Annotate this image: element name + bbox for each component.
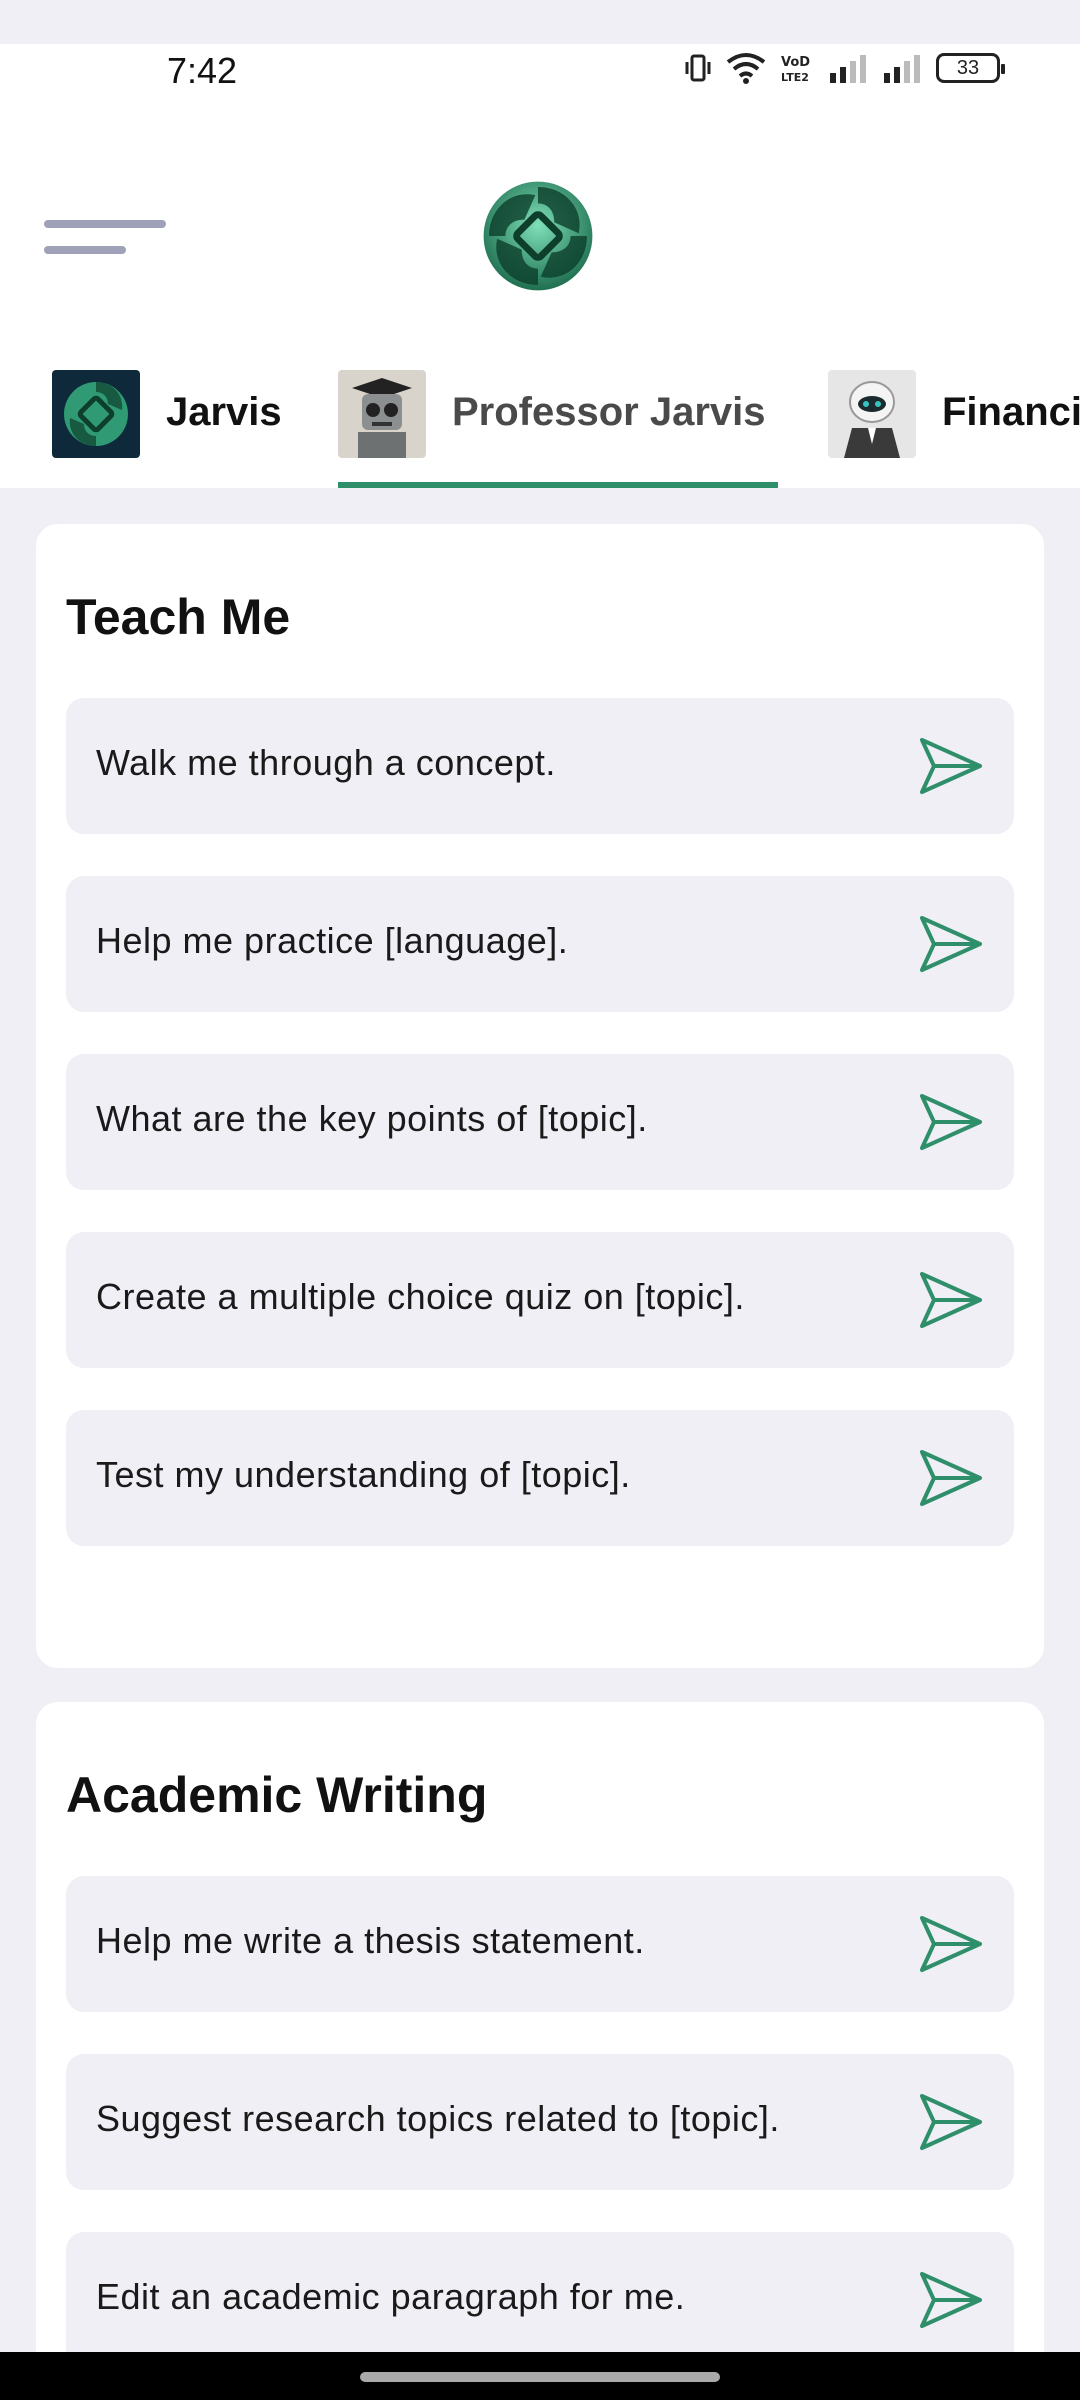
prompt-text: Help me write a thesis statement.	[96, 1920, 645, 1961]
section-title: Academic Writing	[66, 1767, 488, 1823]
status-time: 7:42	[167, 50, 238, 91]
prompt-text: What are the key points of [topic].	[96, 1098, 648, 1139]
tab-professor-jarvis[interactable]: Professor Jarvis	[338, 370, 778, 488]
send-icon[interactable]	[918, 1448, 984, 1508]
signal-icon	[884, 55, 920, 83]
persona-tabs: Jarvis Professor Jarvis Financi	[0, 350, 1080, 488]
professor-robot-avatar	[338, 370, 426, 458]
signal-icon	[830, 55, 866, 83]
svg-text:VoD: VoD	[781, 55, 810, 70]
send-icon[interactable]	[918, 1092, 984, 1152]
prompt-text: Create a multiple choice quiz on [topic]…	[96, 1276, 745, 1317]
active-tab-indicator	[338, 482, 778, 488]
send-icon[interactable]	[918, 2092, 984, 2152]
prompt-text: Suggest research topics related to [topi…	[96, 2098, 780, 2139]
send-icon[interactable]	[918, 2270, 984, 2330]
top-strip	[0, 0, 1080, 44]
status-bar: 7:42 VoD LTE2 33	[0, 44, 1080, 100]
hamburger-menu-icon[interactable]	[44, 220, 168, 270]
battery-level: 33	[956, 56, 980, 79]
prompt-item[interactable]: Test my understanding of [topic].	[66, 1410, 1014, 1546]
finance-robot-avatar	[828, 370, 916, 458]
prompt-item[interactable]: Walk me through a concept.	[66, 698, 1014, 834]
volte-icon: VoD LTE2	[781, 55, 810, 84]
vibrate-icon	[685, 54, 711, 82]
teach-me-card: Teach Me Walk me through a concept. Help…	[36, 524, 1044, 1668]
tab-label: Financi	[942, 390, 1080, 434]
tab-label: Jarvis	[166, 390, 282, 434]
tab-finance[interactable]: Financi	[828, 370, 1080, 488]
system-nav-bar	[0, 2352, 1080, 2400]
battery-icon: 33	[936, 53, 1005, 83]
send-icon[interactable]	[918, 1914, 984, 1974]
prompt-item[interactable]: Suggest research topics related to [topi…	[66, 2054, 1014, 2190]
wifi-icon	[726, 53, 766, 84]
prompt-text: Walk me through a concept.	[96, 742, 556, 783]
jarvis-logo-avatar	[52, 370, 140, 458]
tab-jarvis[interactable]: Jarvis	[52, 370, 282, 488]
academic-writing-card: Academic Writing Help me write a thesis …	[36, 1702, 1044, 2400]
send-icon[interactable]	[918, 1270, 984, 1330]
prompt-item[interactable]: What are the key points of [topic].	[66, 1054, 1014, 1190]
prompt-text: Test my understanding of [topic].	[96, 1454, 631, 1495]
prompt-item[interactable]: Help me write a thesis statement.	[66, 1876, 1014, 2012]
svg-text:LTE2: LTE2	[781, 71, 809, 84]
jarvis-logo-icon	[483, 181, 593, 291]
home-gesture-handle[interactable]	[360, 2372, 720, 2382]
prompt-item[interactable]: Help me practice [language].	[66, 876, 1014, 1012]
status-icons: VoD LTE2 33	[684, 52, 1005, 84]
tab-label: Professor Jarvis	[452, 390, 766, 434]
send-icon[interactable]	[918, 914, 984, 974]
prompt-text: Help me practice [language].	[96, 920, 569, 961]
send-icon[interactable]	[918, 736, 984, 796]
prompt-text: Edit an academic paragraph for me.	[96, 2276, 686, 2317]
prompt-item[interactable]: Edit an academic paragraph for me.	[66, 2232, 1014, 2368]
prompt-item[interactable]: Create a multiple choice quiz on [topic]…	[66, 1232, 1014, 1368]
section-title: Teach Me	[66, 589, 291, 645]
